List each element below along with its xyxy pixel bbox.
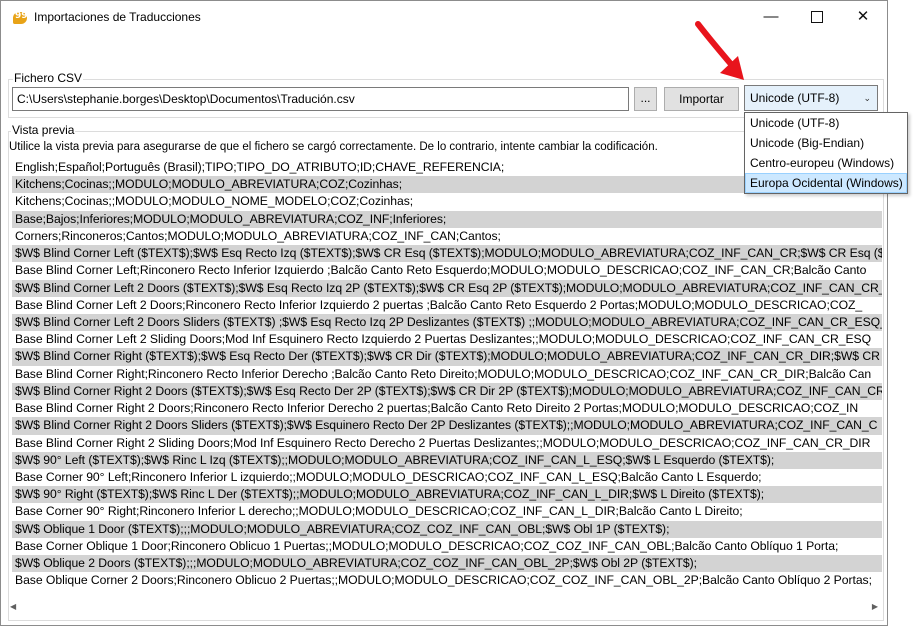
list-item: $W$ 90° Left ($TEXT$);$W$ Rinc L Izq ($T… xyxy=(12,451,882,469)
window-title: Importaciones de Traducciones xyxy=(34,10,201,24)
list-item: Base Blind Corner Right 2 Doors;Rinconer… xyxy=(15,401,859,416)
close-button[interactable]: ✕ xyxy=(840,1,886,33)
list-item: Base Blind Corner Left 2 Doors;Rinconero… xyxy=(15,297,863,312)
preview-hint-text: Utilice la vista previa para asegurarse … xyxy=(9,141,658,153)
list-item: $W$ 90° Right ($TEXT$);$W$ Rinc L Der ($… xyxy=(12,486,882,504)
scroll-right-icon[interactable]: ▶ xyxy=(872,602,878,611)
list-item: Base Blind Corner Left 2 Sliding Doors;M… xyxy=(15,332,872,347)
chevron-down-icon: ⌄ xyxy=(863,93,871,103)
browse-button[interactable]: ... xyxy=(634,87,657,111)
list-item: Base;Bajos;Inferiores;MODULO;MODULO_ABRE… xyxy=(12,210,882,228)
list-item: Base Corner 90° Right;Rinconero Inferior… xyxy=(15,504,743,519)
minimize-button[interactable]: — xyxy=(748,1,794,33)
list-item: Base Blind Corner Right;Rinconero Recto … xyxy=(15,366,872,381)
list-item: Base Corner 90° Left;Rinconero Inferior … xyxy=(15,469,762,484)
encoding-select[interactable]: Unicode (UTF-8) ⌄ xyxy=(744,85,878,111)
list-item: Base Oblique Corner 2 Doors;Rinconero Ob… xyxy=(15,573,872,588)
preview-group-label: Vista previa xyxy=(11,123,76,137)
list-item: Base Blind Corner Right 2 Sliding Doors;… xyxy=(15,435,871,450)
encoding-option-western-european[interactable]: Europa Ocidental (Windows) xyxy=(745,173,907,193)
encoding-selected-value: Unicode (UTF-8) xyxy=(750,91,840,105)
list-item: Corners;Rinconeros;Cantos;MODULO;MODULO_… xyxy=(15,228,501,243)
list-item: $W$ Blind Corner Right 2 Doors Sliders (… xyxy=(12,417,882,435)
scroll-left-icon[interactable]: ◀ xyxy=(10,602,16,611)
maximize-button[interactable] xyxy=(794,1,840,33)
encoding-dropdown-list: Unicode (UTF-8) Unicode (Big-Endian) Cen… xyxy=(744,112,908,194)
list-item: $W$ Blind Corner Right 2 Doors ($TEXT$);… xyxy=(12,382,882,401)
list-item: $W$ Blind Corner Left 2 Doors ($TEXT$);$… xyxy=(12,279,882,297)
maximize-icon xyxy=(811,11,823,24)
list-item: $W$ Blind Corner Right ($TEXT$);$W$ Esq … xyxy=(12,348,882,366)
encoding-option-central-european[interactable]: Centro-europeu (Windows) xyxy=(745,153,907,173)
annotation-arrow-icon xyxy=(695,21,744,80)
app-quote-icon xyxy=(13,11,28,24)
list-item: Base Blind Corner Left;Rinconero Recto I… xyxy=(15,263,867,278)
list-item: $W$ Blind Corner Left ($TEXT$);$W$ Esq R… xyxy=(12,245,882,263)
preview-list[interactable]: English;Español;Português (Brasil);TIPO;… xyxy=(12,159,882,599)
encoding-option-big-endian[interactable]: Unicode (Big-Endian) xyxy=(745,133,907,153)
csv-path-field[interactable]: C:\Users\stephanie.borges\Desktop\Docume… xyxy=(12,87,629,111)
horizontal-scrollbar[interactable]: ◀ ▶ xyxy=(9,600,882,617)
list-item: $W$ Oblique 2 Doors ($TEXT$);;;MODULO;MO… xyxy=(12,555,882,573)
list-item: $W$ Oblique 1 Door ($TEXT$);;;MODULO;MOD… xyxy=(12,520,882,538)
import-button[interactable]: Importar xyxy=(664,87,739,111)
list-item: Base Corner Oblique 1 Door;Rinconero Obl… xyxy=(15,538,839,553)
csv-group-label: Fichero CSV xyxy=(13,71,84,85)
encoding-option-utf8[interactable]: Unicode (UTF-8) xyxy=(745,113,907,133)
list-item: $W$ Blind Corner Left 2 Doors Sliders ($… xyxy=(12,313,882,332)
title-bar[interactable]: Importaciones de Traducciones — ✕ xyxy=(1,1,887,33)
list-item: Kitchens;Cocinas;;MODULO;MODULO_NOME_MOD… xyxy=(15,194,414,209)
